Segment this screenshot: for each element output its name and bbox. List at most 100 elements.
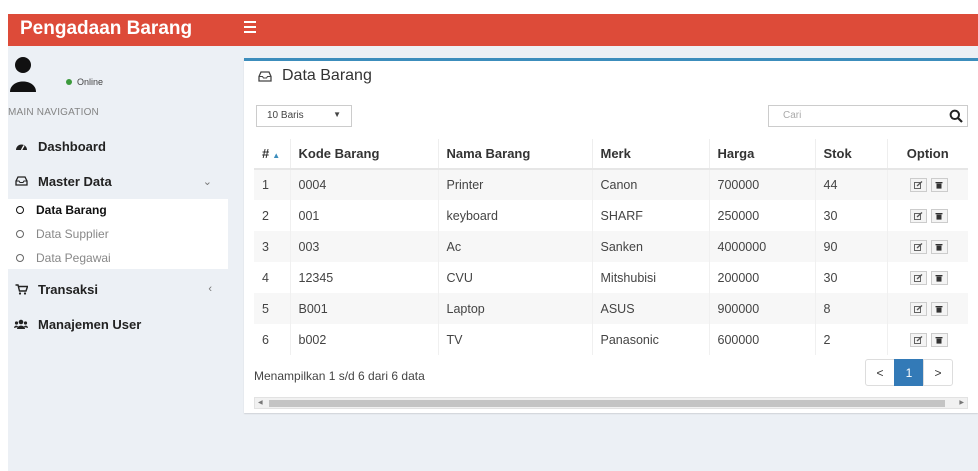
col-header-harga[interactable]: Harga — [709, 139, 816, 170]
scroll-right-icon[interactable]: ▶ — [959, 399, 964, 406]
top-navbar: Pengadaan Barang — [8, 14, 978, 46]
cell-nama: keyboard — [438, 200, 593, 231]
edit-button[interactable] — [909, 178, 927, 192]
cell-merk: ASUS — [592, 293, 710, 324]
cell-stok: 30 — [815, 262, 888, 293]
table-row: 3 003 Ac Sanken 4000000 90 — [254, 231, 968, 262]
search-input[interactable]: Cari — [768, 105, 968, 127]
online-label: Online — [77, 77, 104, 87]
cell-kode: 003 — [290, 231, 439, 262]
cell-number: 1 — [254, 169, 291, 200]
circle-icon — [16, 206, 24, 214]
data-barang-box: Data Barang 10 Baris ▼ Cari # ▲ Kode Bara… — [244, 58, 978, 413]
scroll-left-icon[interactable]: ◀ — [258, 399, 263, 406]
edit-icon — [913, 273, 923, 282]
circle-icon — [16, 230, 24, 238]
online-status: Online — [66, 77, 103, 87]
cell-number: 4 — [254, 262, 291, 293]
table-row: 4 12345 CVU Mitshubisi 200000 30 — [254, 262, 968, 293]
edit-button[interactable] — [909, 239, 927, 254]
cell-option — [887, 293, 968, 324]
cell-number: 2 — [254, 200, 291, 231]
next-page-button[interactable]: > — [923, 359, 953, 386]
cell-nama: Ac — [438, 231, 593, 262]
cell-harga: 700000 — [709, 169, 816, 200]
delete-button[interactable] — [930, 332, 948, 347]
col-header-nama[interactable]: Nama Barang — [438, 139, 593, 170]
scrollbar-thumb[interactable] — [269, 400, 945, 407]
pagination: < 1 > — [865, 359, 953, 386]
sidebar-item-data-pegawai[interactable]: Data Pegawai — [8, 248, 228, 268]
trash-icon — [935, 274, 943, 282]
sidebar-item-master-data[interactable]: Master Data ⌄ — [8, 169, 228, 193]
page-title: Data Barang — [258, 67, 372, 85]
delete-button[interactable] — [930, 301, 948, 316]
sidebar-item-data-barang[interactable]: Data Barang — [8, 200, 228, 220]
cell-kode: b002 — [290, 324, 439, 355]
sidebar-item-label: Master Data — [38, 173, 112, 189]
cell-kode: B001 — [290, 293, 439, 324]
edit-icon — [913, 304, 923, 313]
col-header-kode[interactable]: Kode Barang — [290, 139, 439, 170]
submenu-label: Data Supplier — [36, 227, 109, 241]
cell-kode: 12345 — [290, 262, 439, 293]
col-header-stok[interactable]: Stok — [815, 139, 888, 170]
app-title[interactable]: Pengadaan Barang — [8, 14, 225, 46]
submenu-label: Data Pegawai — [36, 251, 111, 265]
sidebar-item-label: Dashboard — [38, 138, 106, 154]
cell-merk: Sanken — [592, 231, 710, 262]
cell-stok: 30 — [815, 200, 888, 231]
cell-stok: 90 — [815, 231, 888, 262]
trash-icon — [935, 336, 943, 344]
sidebar-item-dashboard[interactable]: Dashboard — [8, 134, 228, 158]
edit-icon — [913, 211, 923, 220]
dashboard-icon — [14, 141, 28, 152]
delete-button[interactable] — [930, 208, 948, 223]
edit-button[interactable] — [909, 332, 927, 347]
edit-icon — [913, 335, 923, 344]
cell-merk: Mitshubisi — [592, 262, 710, 293]
nav-header: MAIN NAVIGATION — [8, 107, 99, 118]
prev-page-button[interactable]: < — [865, 359, 895, 386]
horizontal-scrollbar[interactable]: ◀ ▶ — [254, 397, 968, 409]
cell-number: 6 — [254, 324, 291, 355]
delete-button[interactable] — [930, 239, 948, 254]
sidebar-item-label: Transaksi — [38, 281, 98, 297]
cell-kode: 001 — [290, 200, 439, 231]
search-icon[interactable] — [949, 109, 963, 123]
cell-stok: 8 — [815, 293, 888, 324]
cell-option — [887, 200, 968, 231]
edit-button[interactable] — [909, 301, 927, 316]
inbox-icon — [258, 70, 272, 82]
edit-button[interactable] — [909, 270, 927, 285]
col-header-number[interactable]: # ▲ — [254, 139, 291, 170]
cell-stok: 2 — [815, 324, 888, 355]
data-table: # ▲ Kode Barang Nama Barang Merk Harga St… — [254, 139, 968, 355]
cell-option — [887, 231, 968, 262]
page-1-button[interactable]: 1 — [894, 359, 924, 386]
sidebar-item-transaksi[interactable]: Transaksi ‹ — [8, 277, 228, 301]
col-header-merk[interactable]: Merk — [592, 139, 710, 170]
cell-harga: 600000 — [709, 324, 816, 355]
cell-kode: 0004 — [290, 169, 439, 200]
online-dot-icon — [66, 79, 72, 85]
sidebar-item-manajemen-user[interactable]: Manajemen User — [8, 312, 228, 336]
cell-stok: 44 — [815, 169, 888, 200]
trash-icon — [935, 243, 943, 251]
table-row: 1 0004 Printer Canon 700000 44 — [254, 169, 968, 200]
delete-button[interactable] — [930, 270, 948, 285]
sidebar: Online MAIN NAVIGATION Dashboard Master … — [8, 46, 228, 471]
cell-option — [887, 169, 968, 200]
sidebar-item-data-supplier[interactable]: Data Supplier — [8, 224, 228, 244]
page-length-select[interactable]: 10 Baris ▼ — [256, 105, 352, 127]
trash-icon — [935, 182, 943, 189]
avatar-icon — [10, 57, 36, 92]
table-row: 5 B001 Laptop ASUS 900000 8 — [254, 293, 968, 324]
chevron-left-icon: ‹ — [208, 283, 212, 295]
cell-merk: SHARF — [592, 200, 710, 231]
edit-button[interactable] — [909, 208, 927, 223]
delete-button[interactable] — [930, 178, 948, 192]
menu-toggle-icon[interactable] — [244, 21, 256, 35]
user-panel: Online — [8, 46, 228, 98]
cell-harga: 900000 — [709, 293, 816, 324]
